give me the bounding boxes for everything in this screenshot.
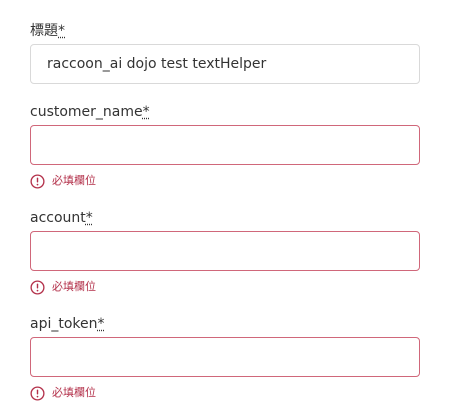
customer-name-error: 必填欄位 bbox=[30, 173, 96, 189]
customer-name-label: customer_name* bbox=[30, 103, 150, 121]
error-message: 必填欄位 bbox=[52, 280, 96, 293]
api-token-label: api_token* bbox=[30, 315, 105, 333]
account-error: 必填欄位 bbox=[30, 279, 96, 295]
customer-name-label-text: customer_name bbox=[30, 104, 143, 120]
required-mark: * bbox=[85, 210, 93, 226]
title-label: 標題* bbox=[30, 22, 65, 40]
required-mark: * bbox=[142, 104, 150, 120]
customer-name-input[interactable] bbox=[30, 125, 420, 165]
error-message: 必填欄位 bbox=[52, 174, 96, 187]
api-token-input[interactable] bbox=[30, 337, 420, 377]
exclamation-circle-icon bbox=[30, 173, 45, 189]
account-input[interactable] bbox=[30, 231, 420, 271]
account-label: account* bbox=[30, 209, 93, 227]
required-mark: * bbox=[97, 316, 105, 332]
title-label-text: 標題 bbox=[30, 23, 58, 39]
account-label-text: account bbox=[30, 210, 86, 226]
api-token-error: 必填欄位 bbox=[30, 385, 96, 401]
error-message: 必填欄位 bbox=[52, 386, 96, 399]
exclamation-circle-icon bbox=[30, 385, 45, 401]
api-token-label-text: api_token bbox=[30, 316, 98, 332]
required-mark: * bbox=[58, 23, 65, 39]
title-input[interactable] bbox=[30, 44, 420, 84]
exclamation-circle-icon bbox=[30, 279, 45, 295]
